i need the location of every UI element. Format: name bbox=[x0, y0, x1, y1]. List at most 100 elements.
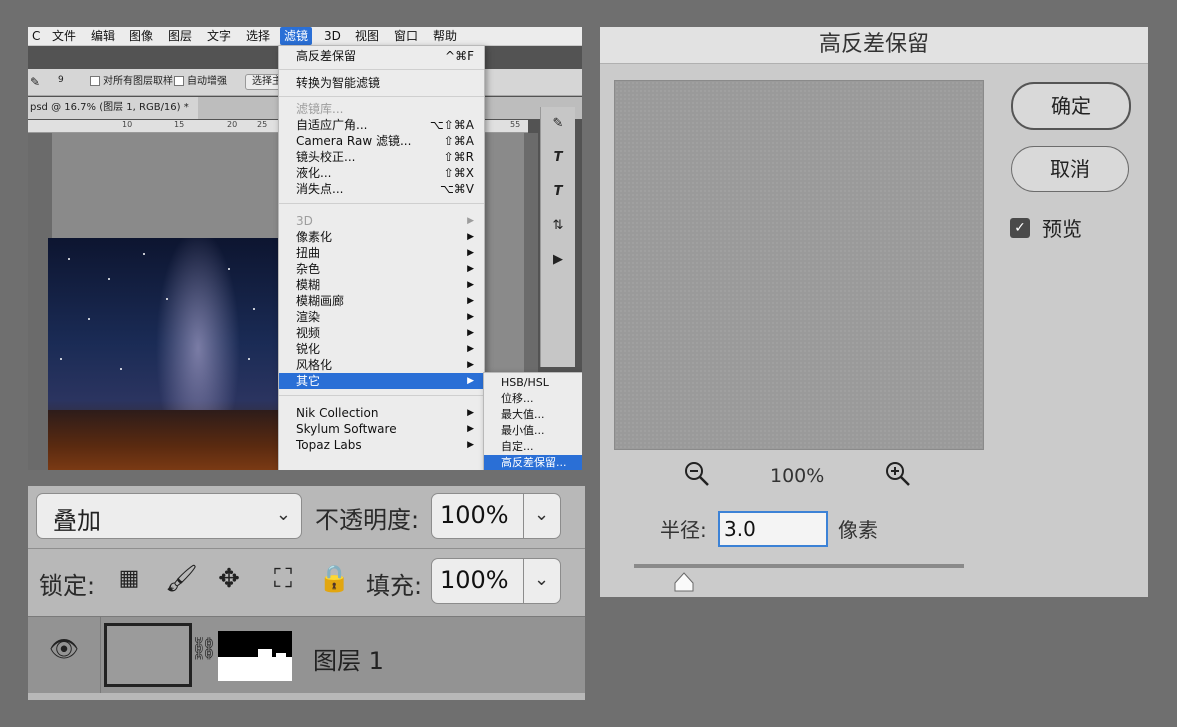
menu-item-sharpen[interactable]: 锐化 ▶ bbox=[279, 341, 484, 357]
radius-slider[interactable] bbox=[634, 564, 964, 568]
tk-panel-icon[interactable]: T bbox=[545, 145, 571, 171]
menu-item-topaz-labs[interactable]: Topaz Labs ▶ bbox=[279, 437, 484, 453]
submenu-arrow-icon: ▶ bbox=[467, 376, 474, 386]
menu-select[interactable]: 选择 bbox=[242, 27, 274, 45]
layer-thumbnail[interactable] bbox=[104, 623, 192, 687]
submenu-item-offset[interactable]: 位移... bbox=[484, 391, 582, 407]
menu-item-vanishing-point[interactable]: 消失点... ⌥⌘V bbox=[279, 181, 484, 197]
lock-position-move-icon[interactable]: ✥ bbox=[214, 564, 244, 594]
ruler-tick: 15 bbox=[174, 120, 185, 129]
radius-input[interactable] bbox=[718, 511, 828, 547]
filter-menu: 高反差保留 ^⌘F 转换为智能滤镜 滤镜库... 自适应广角... ⌥⇧⌘A Cam… bbox=[278, 45, 485, 470]
menu-item-camera-raw[interactable]: Camera Raw 滤镜... ⇧⌘A bbox=[279, 133, 484, 149]
menu-item-skylum-software[interactable]: Skylum Software ▶ bbox=[279, 421, 484, 437]
submenu-arrow-icon: ▶ bbox=[467, 248, 474, 258]
zoom-in-icon[interactable] bbox=[885, 461, 911, 493]
submenu-arrow-icon: ▶ bbox=[467, 344, 474, 354]
brush-tool-icon[interactable]: ✎ bbox=[30, 69, 40, 95]
lock-all-icon[interactable]: 🔒 bbox=[318, 564, 350, 594]
lock-image-pixels-brush-icon[interactable]: 🖌 bbox=[165, 564, 198, 594]
radius-label: 半径: bbox=[660, 518, 707, 542]
layer-mask-link-icon[interactable]: ⛓ bbox=[190, 637, 218, 662]
menu-help[interactable]: 帮助 bbox=[429, 27, 461, 45]
submenu-arrow-icon: ▶ bbox=[467, 360, 474, 370]
menu-item-pixelate[interactable]: 像素化 ▶ bbox=[279, 229, 484, 245]
submenu-arrow-icon: ▶ bbox=[467, 296, 474, 306]
milky-way-photo bbox=[48, 238, 278, 470]
menu-filter[interactable]: 滤镜 bbox=[280, 27, 313, 45]
zoom-out-icon[interactable] bbox=[684, 461, 710, 493]
blend-mode-select[interactable]: 叠加 ⌄ bbox=[36, 493, 302, 539]
menu-item-other[interactable]: 其它 ▶ bbox=[279, 373, 484, 389]
submenu-item-high-pass[interactable]: 高反差保留... bbox=[484, 455, 582, 470]
landscape-foreground bbox=[48, 410, 278, 470]
menu-item-filter-gallery: 滤镜库... bbox=[296, 102, 344, 116]
menu-item-3d: 3D ▶ bbox=[296, 214, 474, 228]
menu-item-blur-gallery[interactable]: 模糊画廊 ▶ bbox=[279, 293, 484, 309]
cancel-button[interactable]: 取消 bbox=[1011, 146, 1129, 192]
submenu-arrow-icon: ▶ bbox=[467, 408, 474, 418]
filter-preview[interactable] bbox=[614, 80, 984, 450]
submenu-arrow-icon: ▶ bbox=[467, 280, 474, 290]
menu-item-render[interactable]: 渲染 ▶ bbox=[279, 309, 484, 325]
ruler-tick: 25 bbox=[257, 120, 268, 129]
menu-file[interactable]: 文件 bbox=[48, 27, 80, 45]
layer-name[interactable]: 图层 1 bbox=[313, 641, 384, 676]
fill-field[interactable]: 100% ⌄ bbox=[431, 558, 561, 604]
tk-panel-2-icon[interactable]: T bbox=[545, 179, 571, 205]
layer-mask-thumbnail[interactable] bbox=[218, 631, 292, 681]
side-tool-panel: ✎ T T ⇅ ▶ bbox=[540, 107, 575, 367]
submenu-item-hsb-hsl[interactable]: HSB/HSL bbox=[484, 375, 582, 391]
menu-type[interactable]: 文字 bbox=[203, 27, 235, 45]
menu-item-nik-collection[interactable]: Nik Collection ▶ bbox=[279, 405, 484, 421]
radius-slider-thumb[interactable] bbox=[673, 572, 695, 592]
menu-item-convert-smart-filter[interactable]: 转换为智能滤镜 bbox=[279, 75, 484, 91]
submenu-item-custom[interactable]: 自定... bbox=[484, 439, 582, 455]
sort-icon[interactable]: ⇅ bbox=[545, 213, 571, 239]
submenu-arrow-icon: ▶ bbox=[467, 232, 474, 242]
sample-all-layers-option[interactable]: 对所有图层取样 bbox=[90, 69, 173, 95]
auto-enhance-option[interactable]: 自动增强 bbox=[174, 69, 227, 95]
submenu-item-minimum[interactable]: 最小值... bbox=[484, 423, 582, 439]
menu-item-distort[interactable]: 扭曲 ▶ bbox=[279, 245, 484, 261]
lock-artboard-icon[interactable]: ⛶ bbox=[266, 564, 300, 595]
fill-label: 填充: bbox=[366, 572, 423, 600]
menu-view[interactable]: 视图 bbox=[351, 27, 383, 45]
preview-label: 预览 bbox=[1042, 217, 1082, 241]
submenu-item-maximum[interactable]: 最大值... bbox=[484, 407, 582, 423]
document-tab[interactable]: psd @ 16.7% (图层 1, RGB/16) * bbox=[28, 97, 198, 119]
menu-item-stylize[interactable]: 风格化 ▶ bbox=[279, 357, 484, 373]
menu-3d[interactable]: 3D bbox=[320, 27, 345, 45]
opacity-field[interactable]: 100% ⌄ bbox=[431, 493, 561, 539]
menu-item-blur[interactable]: 模糊 ▶ bbox=[279, 277, 484, 293]
submenu-arrow-icon: ▶ bbox=[467, 328, 474, 338]
menu-item-lens-correction[interactable]: 镜头校正... ⇧⌘R bbox=[279, 149, 484, 165]
zoom-level: 100% bbox=[770, 465, 825, 487]
chevron-down-icon[interactable]: ⌄ bbox=[534, 569, 549, 590]
brush-settings-icon[interactable]: ✎ bbox=[545, 111, 571, 137]
menu-edit[interactable]: 编辑 bbox=[87, 27, 119, 45]
photoshop-window: C 文件 编辑 图像 图层 文字 选择 滤镜 3D 视图 窗口 帮助 ✎ 9 对… bbox=[28, 27, 582, 470]
menu-window[interactable]: 窗口 bbox=[390, 27, 422, 45]
brush-size[interactable]: 9 bbox=[58, 75, 64, 85]
ruler-tick: 55 bbox=[510, 120, 521, 129]
layer-row[interactable]: 👁 ⛓ 图层 1 bbox=[28, 616, 585, 693]
preview-checkbox[interactable]: ✓ bbox=[1010, 218, 1030, 238]
menu-item-adaptive-wide-angle[interactable]: 自适应广角... ⌥⇧⌘A bbox=[279, 117, 484, 133]
menu-item-liquify[interactable]: 液化... ⇧⌘X bbox=[279, 165, 484, 181]
visibility-eye-icon[interactable]: 👁 bbox=[46, 635, 82, 663]
ok-button[interactable]: 确定 bbox=[1011, 82, 1131, 130]
opacity-value: 100% bbox=[440, 501, 509, 529]
chevron-down-icon[interactable]: ⌄ bbox=[534, 504, 549, 525]
auto-enhance-checkbox[interactable] bbox=[174, 76, 184, 86]
menu-layer[interactable]: 图层 bbox=[164, 27, 196, 45]
menu-item-high-pass-last[interactable]: 高反差保留 ^⌘F bbox=[279, 48, 484, 64]
sample-all-layers-checkbox[interactable] bbox=[90, 76, 100, 86]
menu-item-video[interactable]: 视频 ▶ bbox=[279, 325, 484, 341]
play-icon[interactable]: ▶ bbox=[545, 247, 571, 273]
ruler-tick: 10 bbox=[122, 120, 133, 129]
menu-app[interactable]: C bbox=[28, 27, 44, 45]
lock-transparent-pixels-icon[interactable]: ▦ bbox=[114, 566, 144, 591]
menu-item-noise[interactable]: 杂色 ▶ bbox=[279, 261, 484, 277]
menu-image[interactable]: 图像 bbox=[125, 27, 157, 45]
